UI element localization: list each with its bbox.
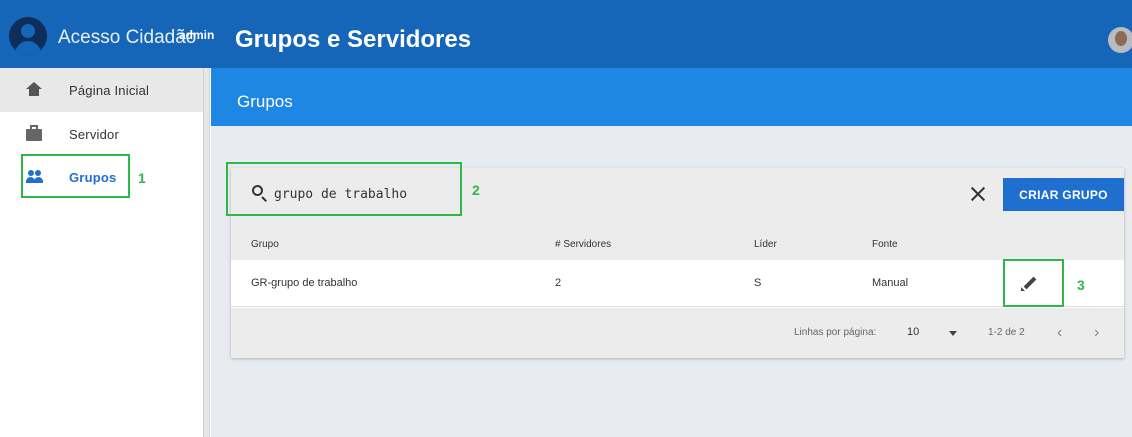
- rows-per-page-label: Linhas por página:: [794, 327, 877, 338]
- cell-grupo: GR-grupo de trabalho: [251, 277, 358, 289]
- annotation-box-3: [1003, 259, 1064, 307]
- sidebar-divider[interactable]: [203, 68, 210, 437]
- main-content: Grupos CRIAR GRUPO Grupo # Servidores Lí…: [211, 68, 1132, 437]
- section-title: Grupos: [237, 92, 293, 111]
- table-pagination: Linhas por página: 10 1-2 de 2 ‹ ›: [231, 308, 1124, 358]
- app-root: Acesso Cidadão admin Grupos e Servidores…: [0, 0, 1132, 437]
- column-header-servidores[interactable]: # Servidores: [555, 239, 611, 250]
- cell-servidores: 2: [555, 277, 562, 289]
- table-header: Grupo # Servidores Líder Fonte: [231, 220, 1124, 260]
- annotation-box-2: [226, 162, 462, 216]
- account-circle-icon[interactable]: [9, 17, 47, 55]
- column-header-grupo[interactable]: Grupo: [251, 239, 279, 250]
- top-app-bar: Acesso Cidadão admin Grupos e Servidores: [0, 0, 1132, 68]
- sidebar: Página Inicial Servidor Grupos: [0, 68, 203, 437]
- home-icon: [26, 81, 42, 97]
- annotation-number-2: 2: [472, 182, 480, 198]
- sidebar-item-servidor[interactable]: Servidor: [0, 112, 203, 156]
- sidebar-item-label: Servidor: [69, 127, 120, 142]
- annotation-box-1: [21, 154, 130, 198]
- section-header: Grupos: [211, 68, 1132, 126]
- column-header-lider[interactable]: Líder: [754, 239, 777, 250]
- chevron-down-icon[interactable]: [949, 331, 957, 336]
- table-row[interactable]: GR-grupo de trabalho 2 S Manual: [231, 260, 1124, 307]
- briefcase-icon: [26, 125, 42, 141]
- column-header-fonte[interactable]: Fonte: [872, 239, 898, 250]
- annotation-number-3: 3: [1077, 277, 1085, 293]
- cell-lider: S: [754, 277, 762, 289]
- rows-per-page-select[interactable]: 10: [907, 326, 919, 338]
- previous-page-icon[interactable]: ‹: [1057, 324, 1062, 342]
- cell-fonte: Manual: [872, 277, 909, 289]
- page-title: Grupos e Servidores: [235, 26, 472, 53]
- create-group-button[interactable]: CRIAR GRUPO: [1003, 178, 1124, 211]
- brand-admin-badge: admin: [179, 28, 215, 42]
- brand-name[interactable]: Acesso Cidadão: [58, 27, 196, 49]
- close-icon[interactable]: [971, 187, 985, 201]
- next-page-icon[interactable]: ›: [1094, 324, 1099, 342]
- sidebar-item-label: Página Inicial: [69, 83, 150, 98]
- user-avatar[interactable]: [1108, 27, 1132, 53]
- sidebar-item-pagina-inicial[interactable]: Página Inicial: [0, 68, 203, 112]
- pagination-range: 1-2 de 2: [988, 327, 1025, 338]
- annotation-number-1: 1: [138, 170, 146, 186]
